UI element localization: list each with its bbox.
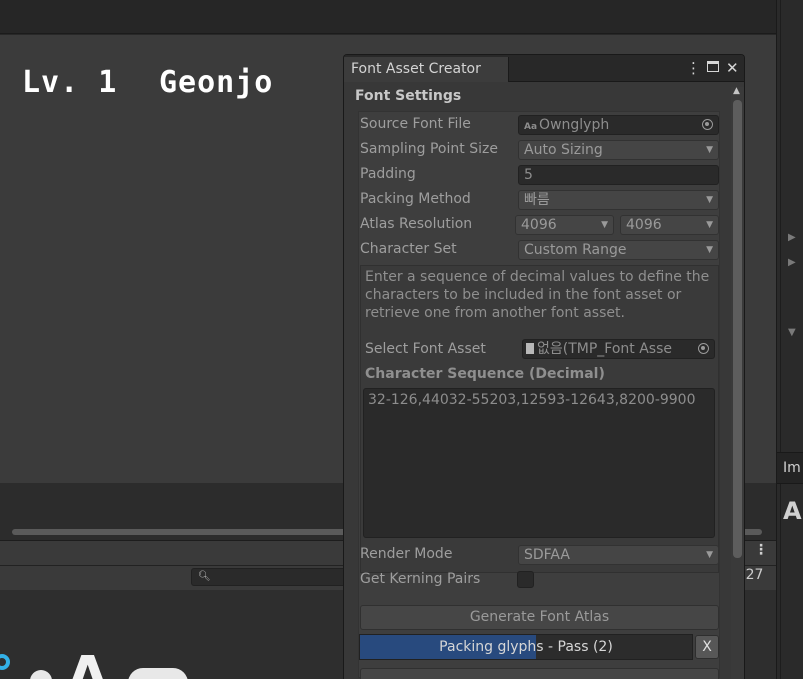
logo-letter: A: [66, 650, 109, 679]
generate-font-atlas-button[interactable]: Generate Font Atlas: [360, 605, 719, 630]
vertical-scrollbar-thumb[interactable]: [733, 100, 742, 558]
source-font-file-field[interactable]: Aa Ownglyph: [518, 115, 719, 135]
packing-method-value: 빠름: [524, 192, 550, 208]
panel-separator: [780, 0, 781, 679]
padding-input[interactable]: 5: [518, 165, 719, 185]
character-set-label: Character Set: [360, 241, 457, 257]
maximize-icon[interactable]: [707, 61, 719, 72]
search-icon: 🔍︎: [198, 571, 211, 582]
inspector-panel-edge: ▶ ▶ ▼ Im A: [776, 0, 803, 679]
character-sequence-label: Character Sequence (Decimal): [365, 366, 605, 382]
collapse-arrow-icon[interactable]: ▼: [788, 327, 796, 338]
padding-label: Padding: [360, 166, 416, 182]
source-font-file-label: Source Font File: [360, 116, 471, 132]
editor-top-bar: [0, 0, 776, 34]
close-icon[interactable]: ✕: [726, 58, 739, 78]
import-header-label: Im: [783, 460, 801, 476]
logo-circle-icon: [0, 654, 10, 670]
expand-arrow-icon[interactable]: ▶: [788, 232, 796, 243]
object-picker-icon[interactable]: [702, 119, 713, 130]
sampling-point-size-value: Auto Sizing: [524, 142, 603, 158]
chevron-down-icon: ▼: [706, 220, 713, 230]
character-set-value: Custom Range: [524, 242, 627, 258]
logo-arc-icon: [128, 668, 188, 679]
atlas-width-dropdown[interactable]: 4096 ▼: [515, 215, 614, 235]
select-font-asset-field[interactable]: 없음(TMP_Font Asse: [522, 339, 715, 359]
section-title: Font Settings: [355, 88, 462, 104]
chevron-down-icon: ▼: [601, 220, 608, 230]
atlas-height-value: 4096: [626, 217, 662, 233]
chevron-down-icon: ▼: [706, 195, 713, 205]
render-mode-dropdown[interactable]: SDFAA ▼: [518, 545, 719, 565]
chevron-down-icon: ▼: [706, 245, 713, 255]
window-menu-icon[interactable]: ⋮: [686, 58, 701, 78]
render-mode-label: Render Mode: [360, 546, 453, 562]
atlas-width-value: 4096: [521, 217, 557, 233]
render-mode-value: SDFAA: [524, 547, 570, 563]
logo-dot-icon: [30, 670, 52, 679]
get-kerning-pairs-label: Get Kerning Pairs: [360, 571, 481, 587]
get-kerning-pairs-checkbox[interactable]: [517, 571, 534, 588]
character-set-dropdown[interactable]: Custom Range ▼: [518, 240, 719, 260]
packing-method-label: Packing Method: [360, 191, 471, 207]
font-asset-icon: Aa: [524, 122, 538, 132]
tab-font-asset-creator[interactable]: Font Asset Creator: [344, 57, 509, 82]
expand-arrow-icon[interactable]: ▶: [788, 257, 796, 268]
scroll-up-arrow-icon[interactable]: ▲: [733, 86, 740, 96]
chevron-down-icon: ▼: [706, 145, 713, 155]
document-icon: [526, 343, 534, 354]
sampling-point-size-label: Sampling Point Size: [360, 141, 498, 157]
atlas-height-dropdown[interactable]: 4096 ▼: [620, 215, 719, 235]
level-label: Lv. 1: [22, 65, 118, 100]
window-title-bar[interactable]: Font Asset Creator ⋮ ✕: [344, 55, 744, 82]
cancel-generation-button[interactable]: X: [695, 635, 719, 659]
select-font-asset-label: Select Font Asset: [365, 341, 486, 357]
player-name-label: Geonjo: [159, 65, 274, 100]
source-font-file-value: Ownglyph: [539, 117, 610, 133]
select-font-asset-value: 없음(TMP_Font Asse: [537, 341, 673, 357]
app-logo-fragment: A: [0, 648, 200, 679]
import-header: Im: [777, 452, 803, 484]
object-picker-icon[interactable]: [698, 343, 709, 354]
progress-text: Packing glyphs - Pass (2): [439, 639, 613, 655]
packing-progress-bar: Packing glyphs - Pass (2): [359, 634, 693, 660]
chevron-down-icon: ▼: [706, 550, 713, 560]
inspector-heading-fragment: A: [783, 497, 802, 525]
atlas-resolution-label: Atlas Resolution: [360, 216, 473, 232]
character-sequence-textarea[interactable]: 32-126,44032-55203,12593-12643,8200-9900: [363, 388, 715, 538]
packing-method-dropdown[interactable]: 빠름 ▼: [518, 190, 719, 210]
project-panel-menu-icon[interactable]: ⋮: [754, 542, 768, 558]
save-button[interactable]: [360, 668, 719, 679]
custom-range-help-text: Enter a sequence of decimal values to de…: [365, 269, 710, 321]
project-search-input[interactable]: 🔍︎: [191, 568, 351, 586]
sampling-point-size-dropdown[interactable]: Auto Sizing ▼: [518, 140, 719, 160]
